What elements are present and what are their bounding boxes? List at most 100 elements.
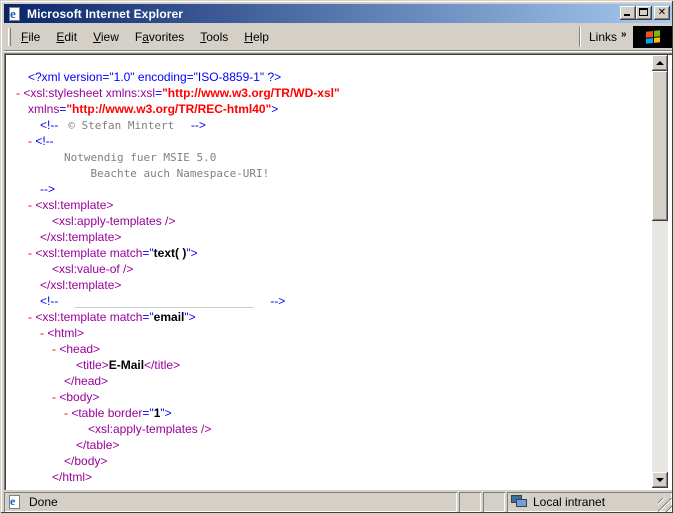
xml-token: <head> [59, 342, 101, 356]
xml-document-view[interactable]: <?xml version="1.0" encoding="ISO-8859-1… [6, 55, 654, 488]
menu-file[interactable]: File [15, 30, 46, 44]
xml-line: <!-- © Stefan Mintert --> [40, 117, 206, 133]
xml-line: - <table border="1"> [64, 405, 172, 421]
xml-token: --> [266, 294, 286, 308]
xml-line: <!-- ___________________________ --> [40, 293, 285, 309]
windows-flag-icon [645, 30, 660, 44]
xml-token: Notwendig fuer MSIE 5.0 [64, 151, 217, 164]
xml-token: <?xml version="1.0" encoding="ISO-8859-1… [28, 70, 282, 84]
xml-line: </body> [64, 453, 107, 469]
xml-token: xmlns [28, 102, 60, 116]
status-main-panel: e Done [4, 492, 457, 512]
xml-token: <title> [76, 358, 109, 372]
arrow-up-icon [656, 61, 664, 65]
xml-line: - <xsl:template match="text( )"> [28, 245, 198, 261]
xml-token: </table> [76, 438, 120, 452]
xml-token: </xsl:template> [40, 230, 122, 244]
xml-line: </table> [76, 437, 119, 453]
scroll-thumb[interactable] [652, 71, 668, 221]
xml-token: </body> [64, 454, 108, 468]
xml-token: </html> [52, 470, 93, 484]
xml-token: text( ) [153, 246, 187, 260]
internet-explorer-icon[interactable]: e [7, 6, 23, 22]
xml-line: - <html> [40, 325, 84, 341]
menu-divider [4, 50, 672, 52]
xml-token: <body> [59, 390, 100, 404]
xml-line: </xsl:template> [40, 485, 121, 488]
close-button[interactable]: ✕ [654, 6, 670, 20]
links-button[interactable]: Links [589, 30, 617, 44]
menu-bar: File Edit View Favorites Tools Help Links » [4, 25, 672, 49]
xml-line: </xsl:template> [40, 277, 121, 293]
zone-text: Local intranet [533, 495, 606, 509]
xml-token: <!-- [35, 134, 54, 148]
xml-line: </head> [64, 373, 108, 389]
local-intranet-icon [511, 495, 527, 509]
menu-help[interactable]: Help [238, 30, 275, 44]
xml-token: Beachte auch Namespace-URI! [64, 167, 270, 180]
xml-token: ___________________________ [61, 295, 267, 308]
xml-token: E-Mail [108, 358, 145, 372]
ie-window: e Microsoft Internet Explorer ✕ File Edit… [0, 0, 674, 514]
xml-line: - <head> [52, 341, 100, 357]
xml-line: <xsl:apply-templates /> [88, 421, 211, 437]
xml-token: "> [186, 246, 198, 260]
content-frame: <?xml version="1.0" encoding="ISO-8859-1… [4, 53, 672, 490]
xml-token: </xsl:template> [40, 486, 121, 488]
title-bar[interactable]: e Microsoft Internet Explorer ✕ [4, 4, 672, 23]
xml-line: </xsl:template> [40, 229, 121, 245]
xml-token: <xsl:template> [35, 198, 114, 212]
xml-token: "http://www.w3.org/TR/WD-xsl" [162, 86, 340, 100]
xml-token: "> [160, 406, 172, 420]
menu-tools[interactable]: Tools [194, 30, 234, 44]
xml-token: <xsl:value-of /> [52, 262, 134, 276]
xml-token: <xsl:stylesheet xmlns:xsl [23, 86, 156, 100]
window-controls: ✕ [620, 6, 670, 20]
xml-token: "http://www.w3.org/TR/REC-html40" [66, 102, 272, 116]
xml-line: <title>E-Mail</title> [76, 357, 180, 373]
xml-token: --> [40, 182, 55, 196]
xml-token: © Stefan Mintert [61, 119, 188, 132]
xml-token: > [271, 102, 279, 116]
xml-line: </html> [52, 469, 92, 485]
minimize-icon [624, 14, 630, 16]
xml-line: - <xsl:template> [28, 197, 113, 213]
xml-token: <!-- [40, 294, 62, 308]
scroll-down-button[interactable] [652, 472, 668, 488]
scroll-up-button[interactable] [652, 55, 668, 71]
menu-favorites[interactable]: Favorites [129, 30, 190, 44]
xml-token: email [153, 310, 185, 324]
xml-token: --> [187, 118, 206, 132]
links-separator [579, 27, 581, 47]
windows-logo-throbber [633, 26, 672, 48]
xml-line: - <body> [52, 389, 99, 405]
status-zone-panel: Local intranet [507, 492, 672, 512]
xml-token: <xsl:template match [35, 310, 143, 324]
xml-token: =" [142, 246, 154, 260]
xml-line: - <xsl:stylesheet xmlns:xsl="http://www.… [16, 85, 340, 101]
xml-token: <!-- [40, 118, 62, 132]
arrow-down-icon [656, 478, 664, 482]
menu-edit[interactable]: Edit [50, 30, 83, 44]
xml-token: =" [142, 310, 154, 324]
xml-token: </title> [144, 358, 181, 372]
xml-line: Beachte auch Namespace-URI! [64, 165, 269, 181]
xml-token: <html> [47, 326, 85, 340]
resize-grip[interactable] [658, 498, 672, 512]
xml-line: Notwendig fuer MSIE 5.0 [64, 149, 216, 165]
xml-line: <?xml version="1.0" encoding="ISO-8859-1… [28, 69, 281, 85]
vertical-scrollbar[interactable] [652, 55, 668, 488]
maximize-button[interactable] [636, 6, 652, 20]
minimize-button[interactable] [620, 6, 636, 20]
xml-token: "> [184, 310, 196, 324]
xml-token: =" [142, 406, 154, 420]
links-chevron-icon[interactable]: » [621, 29, 627, 40]
xml-line: <xsl:apply-templates /> [52, 213, 175, 229]
xml-token: <xsl:apply-templates /> [88, 422, 212, 436]
maximize-icon [639, 8, 648, 16]
xml-line: --> [40, 181, 55, 197]
links-toolbar: Links » [579, 25, 627, 49]
menu-view[interactable]: View [87, 30, 125, 44]
xml-line: - <!-- [28, 133, 54, 149]
status-bar: e Done Local intranet [4, 492, 672, 512]
